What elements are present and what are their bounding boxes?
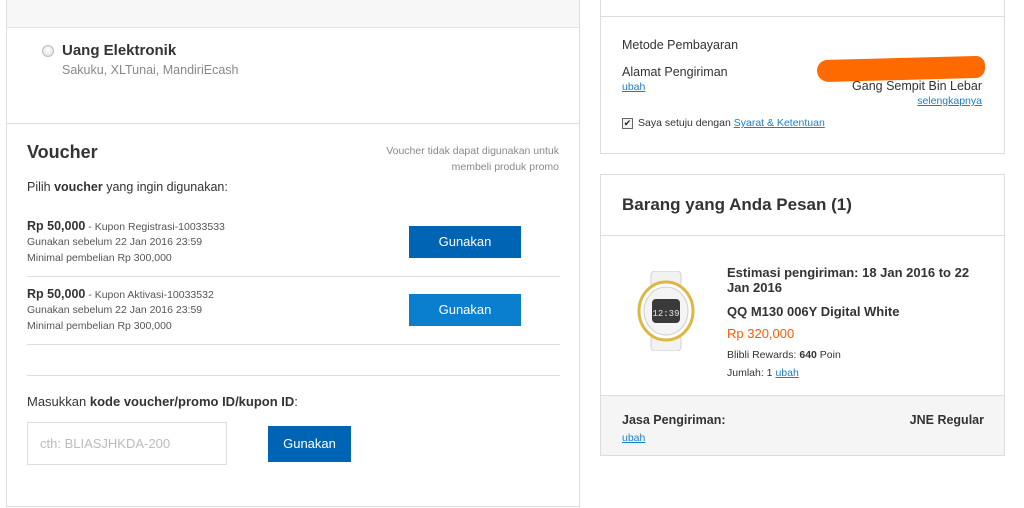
voucher-minimum: Minimal pembelian Rp 300,000 <box>27 252 172 264</box>
change-shipping-link[interactable]: ubah <box>622 432 645 444</box>
address-more-link[interactable]: selengkapnya <box>917 95 982 107</box>
order-title: Barang yang Anda Pesan (1) <box>622 195 852 214</box>
ewallet-subtitle: Sakuku, XLTunai, MandiriEcash <box>62 63 239 77</box>
quantity-row: Jumlah: 1 ubah <box>727 367 799 379</box>
shipping-address-value: Gang Sempit Bin Lebar <box>852 79 982 93</box>
promo-code-input[interactable] <box>27 422 227 465</box>
voucher-row: Rp 50,000 - Kupon Registrasi-10033533 Gu… <box>27 209 560 277</box>
use-voucher-button[interactable]: Gunakan <box>409 226 521 258</box>
voucher-expiry: Gunakan sebelum 22 Jan 2016 23:59 <box>27 236 203 248</box>
ewallet-title: Uang Elektronik <box>62 42 177 59</box>
checkout-summary-panel: Metode Pembayaran Alamat Pengiriman ubah… <box>600 0 1005 154</box>
terms-checkbox[interactable]: ✔ <box>622 118 633 129</box>
quantity-label: Jumlah: 1 <box>727 367 773 379</box>
rewards-label: Blibli Rewards: <box>727 349 800 361</box>
shipping-address-label: Alamat Pengiriman <box>622 65 728 79</box>
payment-panel: Uang Elektronik Sakuku, XLTunai, Mandiri… <box>6 0 580 507</box>
promo-label-post: : <box>294 394 298 409</box>
voucher-code: - Kupon Aktivasi-10033532 <box>85 289 214 301</box>
voucher-headline: Rp 50,000 - Kupon Aktivasi-10033532 <box>27 287 214 301</box>
delivery-estimate: Estimasi pengiriman: 18 Jan 2016 to 22 J… <box>727 265 970 295</box>
voucher-expiry: Gunakan sebelum 22 Jan 2016 23:59 <box>27 304 203 316</box>
voucher-code: - Kupon Registrasi-10033533 <box>85 221 225 233</box>
voucher-amount: Rp 50,000 <box>27 219 86 233</box>
shipping-service-label: Jasa Pengiriman: <box>622 413 726 427</box>
rewards-unit: Poin <box>816 349 841 361</box>
terms-link[interactable]: Syarat & Ketentuan <box>734 117 825 129</box>
shipping-service-box: Jasa Pengiriman: JNE Regular ubah <box>601 395 1004 455</box>
voucher-prompt: Pilih voucher yang ingin digunakan: <box>27 180 228 194</box>
voucher-amount: Rp 50,000 <box>27 287 86 301</box>
terms-text-pre: Saya setuju dengan <box>638 117 734 129</box>
voucher-prompt-bold: voucher <box>54 180 103 194</box>
order-items-panel: Barang yang Anda Pesan (1) 12:39 Estimas… <box>600 174 1005 456</box>
summary-top-strip <box>601 0 1004 17</box>
use-voucher-button[interactable]: Gunakan <box>409 294 521 326</box>
rewards-value: 640 <box>799 349 817 361</box>
rewards-points: Blibli Rewards: 640 Poin <box>727 349 841 361</box>
promo-label-pre: Masukkan <box>27 394 90 409</box>
ewallet-radio[interactable] <box>42 45 54 57</box>
product-price: Rp 320,000 <box>727 326 795 341</box>
voucher-title: Voucher <box>27 142 98 162</box>
voucher-headline: Rp 50,000 - Kupon Registrasi-10033533 <box>27 219 225 233</box>
watch-display-text: 12:39 <box>652 309 679 319</box>
voucher-prompt-pre: Pilih <box>27 180 55 194</box>
change-address-link[interactable]: ubah <box>622 81 645 93</box>
voucher-note: Voucher tidak dapat digunakan untuk memb… <box>386 145 559 173</box>
terms-text: Saya setuju dengan Syarat & Ketentuan <box>638 117 825 129</box>
voucher-minimum: Minimal pembelian Rp 300,000 <box>27 320 172 332</box>
promo-code-label: Masukkan kode voucher/promo ID/kupon ID: <box>27 394 298 409</box>
change-quantity-link[interactable]: ubah <box>775 367 798 379</box>
payment-option-strip <box>7 0 579 28</box>
voucher-row: Rp 50,000 - Kupon Aktivasi-10033532 Guna… <box>27 277 560 345</box>
promo-label-bold: kode voucher/promo ID/kupon ID <box>89 394 295 409</box>
payment-option-ewallet[interactable]: Uang Elektronik Sakuku, XLTunai, Mandiri… <box>7 28 579 124</box>
product-watch-image: 12:39 <box>637 271 695 351</box>
apply-promo-button[interactable]: Gunakan <box>268 426 351 462</box>
promo-divider <box>27 375 560 376</box>
order-divider <box>601 235 1004 236</box>
voucher-prompt-post: yang ingin digunakan: <box>102 180 228 194</box>
payment-method-label: Metode Pembayaran <box>622 38 739 52</box>
shipping-service-value: JNE Regular <box>909 413 984 427</box>
product-name: QQ M130 006Y Digital White <box>727 304 900 319</box>
